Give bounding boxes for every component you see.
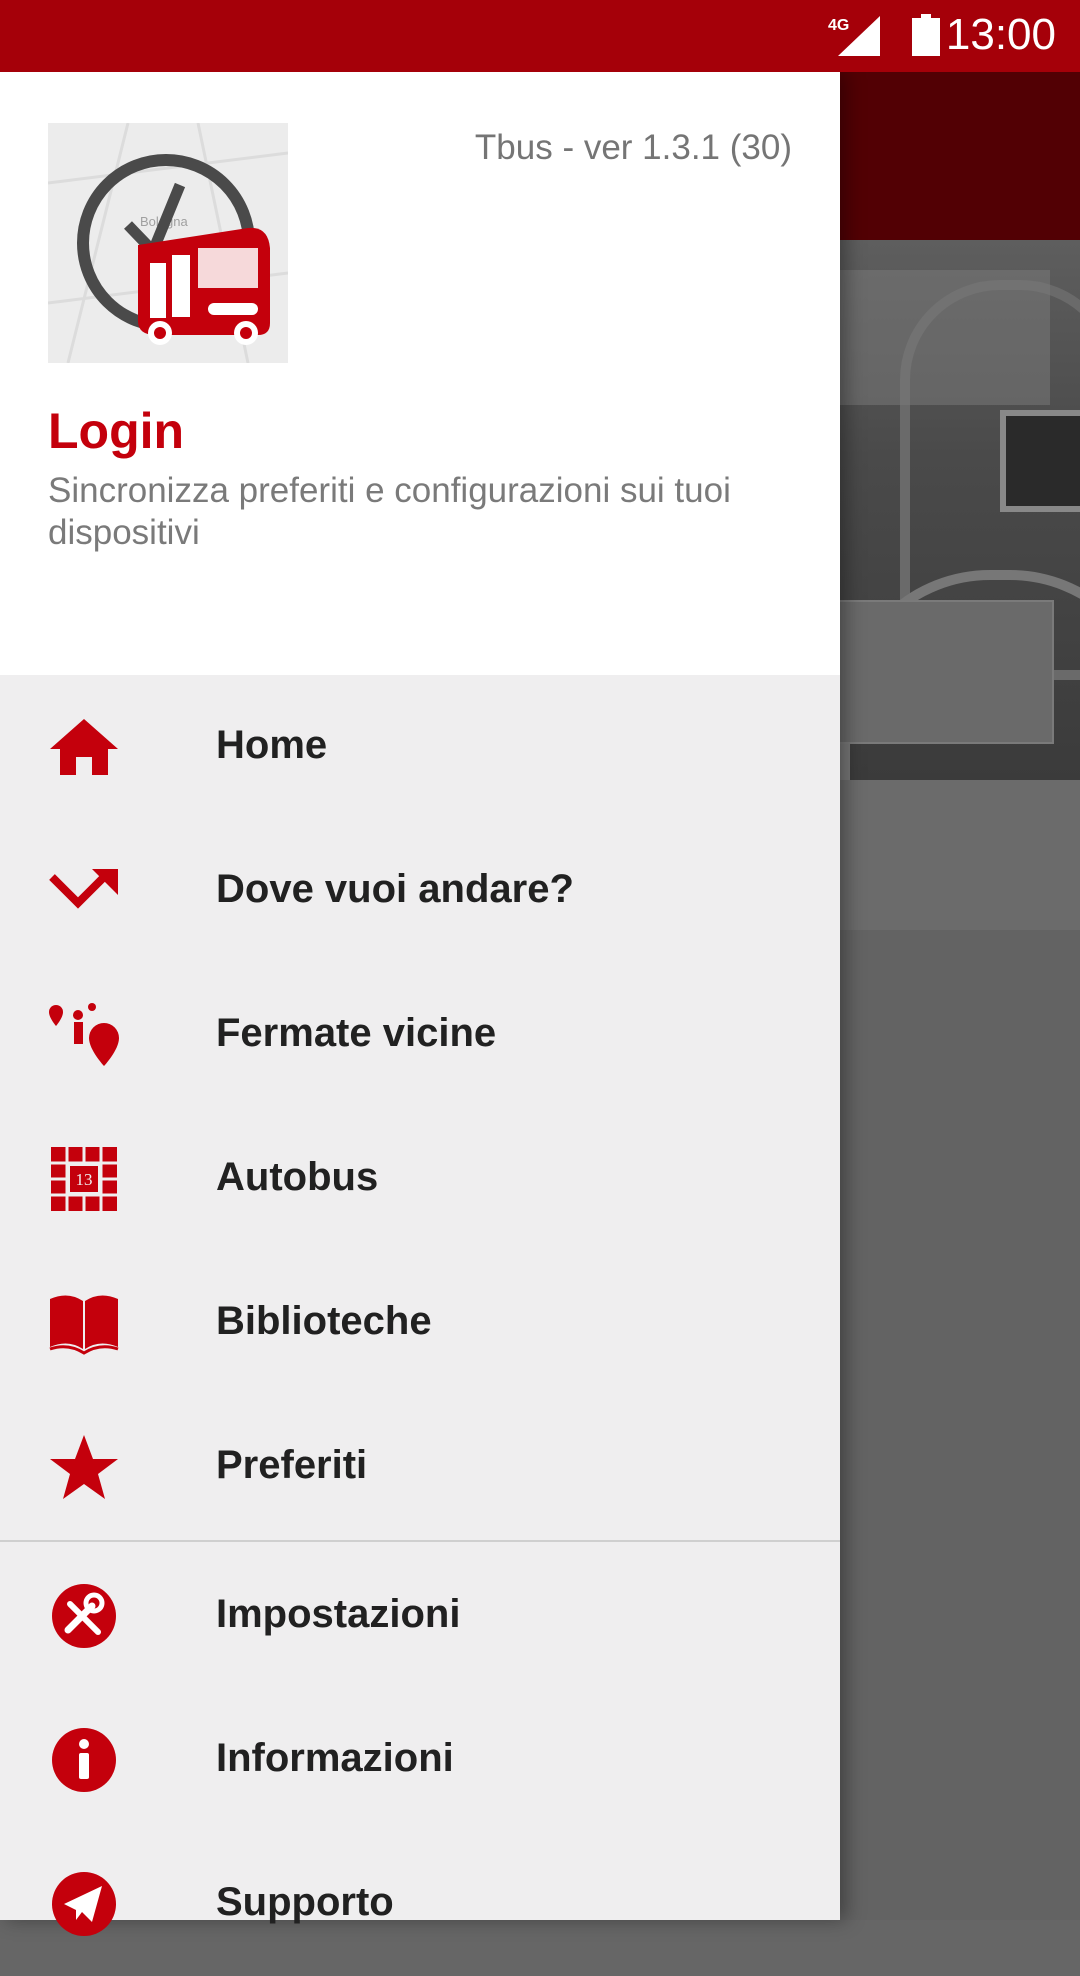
menu-item-support[interactable]: Supporto <box>0 1832 840 1976</box>
menu-label: Dove vuoi andare? <box>216 867 574 911</box>
menu-item-nearby-stops[interactable]: Fermate vicine <box>0 963 840 1107</box>
menu-item-favorites[interactable]: Preferiti <box>0 1395 840 1539</box>
menu-item-home[interactable]: Home <box>0 675 840 819</box>
paper-plane-icon <box>52 1872 116 1936</box>
login-subtitle: Sincronizza preferiti e configurazioni s… <box>48 471 731 552</box>
menu-label: Supporto <box>216 1880 394 1924</box>
login-link[interactable]: Login <box>48 402 184 460</box>
network-type: 4G <box>828 17 849 34</box>
navigation-drawer: Bologna Tbus - ver 1.3.1 (30) Login Sinc… <box>0 72 840 1936</box>
menu-label: Impostazioni <box>216 1592 461 1636</box>
drawer-menu: Home Dove vuoi andare? Fermate vicine 13… <box>0 675 840 1976</box>
nearby-stops-icon <box>49 1003 119 1066</box>
signal-icon: 4G <box>828 16 880 56</box>
book-icon <box>49 1295 119 1355</box>
app-logo: Bologna <box>48 123 288 363</box>
menu-label: Biblioteche <box>216 1299 432 1343</box>
menu-label: Informazioni <box>216 1736 454 1780</box>
background-search-box <box>820 270 1050 405</box>
bus-clock-logo-icon: Bologna <box>48 123 288 363</box>
battery-icon <box>912 14 940 56</box>
tools-icon <box>52 1584 116 1648</box>
menu-item-info[interactable]: Informazioni <box>0 1688 840 1832</box>
menu-item-settings[interactable]: Impostazioni <box>0 1544 840 1688</box>
route-arrow-icon <box>49 869 118 909</box>
clock: 13:00 <box>945 10 1056 59</box>
drawer-header: Bologna Tbus - ver 1.3.1 (30) Login Sinc… <box>0 72 840 675</box>
menu-item-libraries[interactable]: Biblioteche <box>0 1251 840 1395</box>
menu-label: Home <box>216 723 328 767</box>
calendar-grid-icon: 13 <box>51 1147 117 1211</box>
calendar-day: 13 <box>76 1170 93 1189</box>
info-icon <box>52 1728 116 1792</box>
menu-label: Autobus <box>216 1155 379 1199</box>
home-icon <box>50 719 118 775</box>
app-version: Tbus - ver 1.3.1 (30) <box>474 128 792 167</box>
background-panel <box>820 600 1054 744</box>
menu-item-autobus[interactable]: 13 Autobus <box>0 1107 840 1251</box>
menu-divider <box>0 1540 840 1542</box>
menu-item-directions[interactable]: Dove vuoi andare? <box>0 819 840 963</box>
menu-label: Preferiti <box>216 1443 368 1487</box>
star-icon <box>50 1435 118 1499</box>
status-bar: 4G 13:00 <box>0 0 1080 72</box>
menu-label: Fermate vicine <box>216 1011 497 1055</box>
